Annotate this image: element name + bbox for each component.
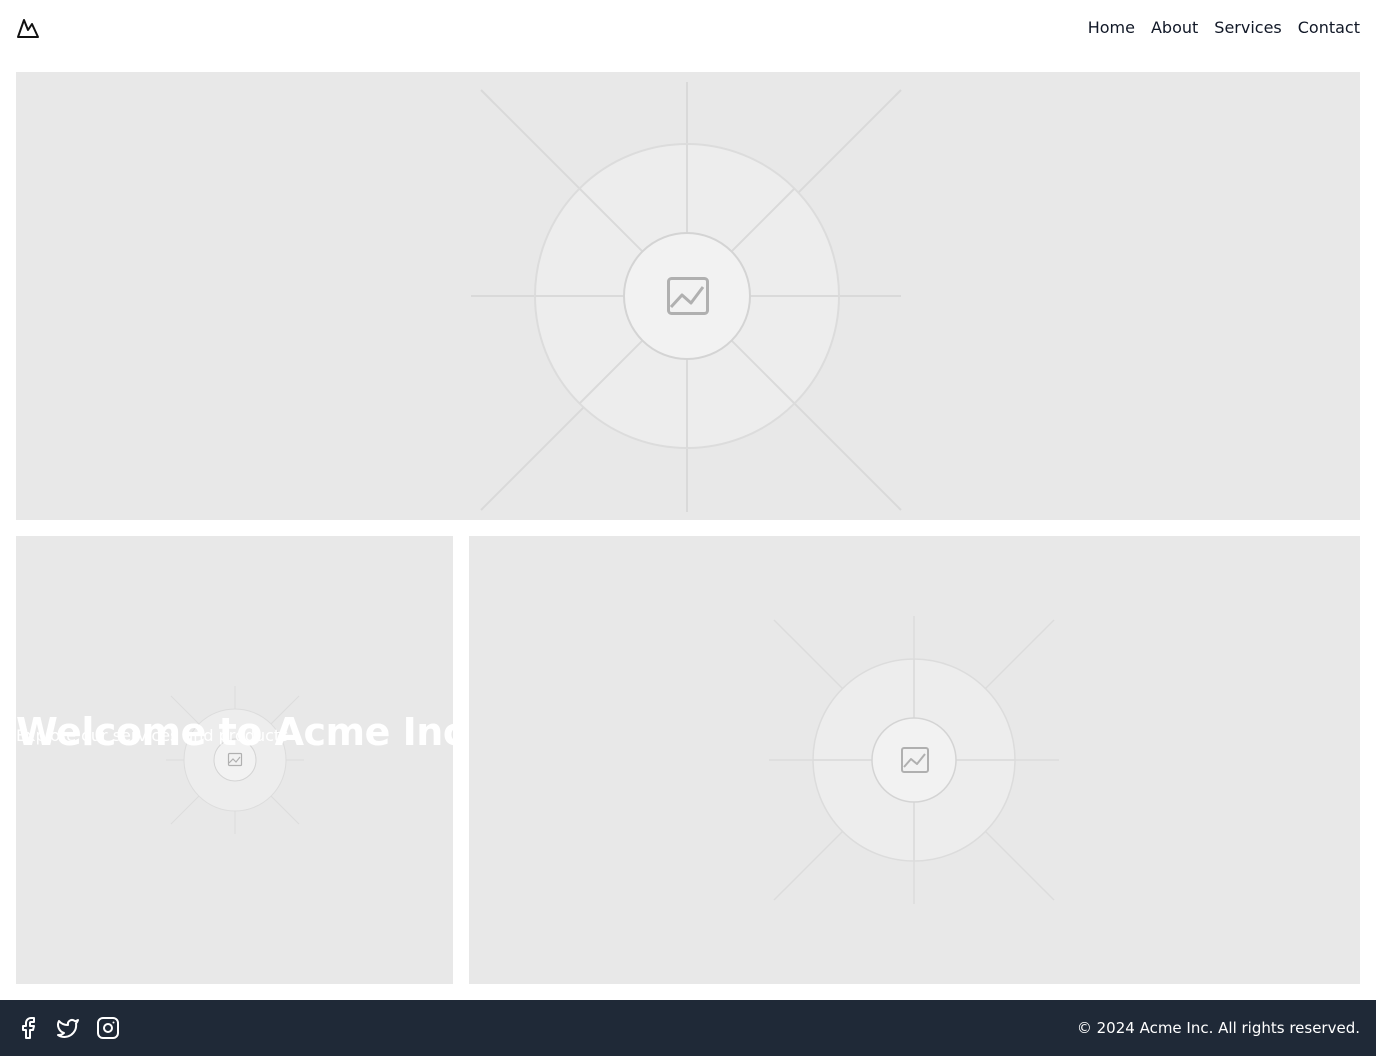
logo-link[interactable] [16, 16, 40, 40]
instagram-link[interactable] [96, 1016, 120, 1040]
main-nav: Home About Services Contact [1088, 17, 1360, 39]
nav-link-contact[interactable]: Contact [1298, 17, 1360, 39]
image-placeholder-graphic [471, 82, 902, 512]
site-footer: © 2024 Acme Inc. All rights reserved. [0, 1000, 1376, 1056]
feature-card-right [469, 536, 1360, 984]
facebook-link[interactable] [16, 1016, 40, 1040]
site-header: Home About Services Contact [0, 0, 1376, 56]
hero-image [16, 72, 1360, 520]
mountain-icon [17, 19, 39, 38]
nav-link-about[interactable]: About [1151, 17, 1198, 39]
copyright-text: © 2024 Acme Inc. All rights reserved. [1076, 1019, 1360, 1037]
twitter-icon [57, 1019, 79, 1038]
instagram-icon [97, 1017, 119, 1039]
image-placeholder-graphic [769, 616, 1059, 904]
twitter-link[interactable] [56, 1016, 80, 1040]
social-links [16, 1016, 120, 1040]
feature-card-left: Explore our services and products Welcom… [16, 536, 453, 984]
nav-link-home[interactable]: Home [1088, 17, 1135, 39]
nav-link-services[interactable]: Services [1214, 17, 1281, 39]
hero-title: Welcome to Acme Inc [16, 710, 453, 754]
facebook-icon [22, 1017, 35, 1039]
hero-text-overlay: Explore our services and products Welcom… [16, 536, 453, 984]
